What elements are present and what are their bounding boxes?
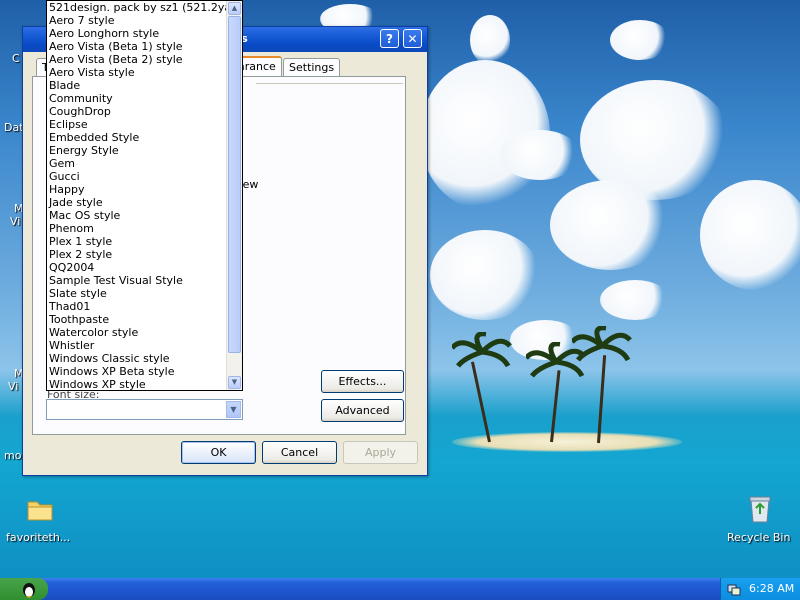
dropdown-item[interactable]: Embedded Style	[47, 131, 228, 144]
cloud	[430, 230, 540, 320]
palm-fronds	[572, 326, 632, 362]
dropdown-item[interactable]: Happy	[47, 183, 228, 196]
desktop-icon-label[interactable]: Vi	[10, 215, 20, 228]
dropdown-item[interactable]: Gem	[47, 157, 228, 170]
dropdown-item[interactable]: Gucci	[47, 170, 228, 183]
dropdown-item[interactable]: Eclipse	[47, 118, 228, 131]
dropdown-item[interactable]: Plex 1 style	[47, 235, 228, 248]
dropdown-item[interactable]: Sample Test Visual Style	[47, 274, 228, 287]
dropdown-item[interactable]: Thad01	[47, 300, 228, 313]
cloud	[550, 180, 670, 270]
clock[interactable]: 6:28 AM	[749, 582, 794, 595]
scroll-up-icon[interactable]: ▲	[228, 2, 241, 15]
recycle-bin-label[interactable]: Recycle Bin	[727, 531, 790, 544]
dropdown-item[interactable]: Aero Vista (Beta 1) style	[47, 40, 228, 53]
cloud	[600, 280, 670, 320]
dropdown-item[interactable]: Whistler	[47, 339, 228, 352]
start-button[interactable]	[0, 578, 48, 600]
palm-trunk	[470, 361, 491, 443]
apply-button[interactable]: Apply	[343, 441, 418, 464]
desktop-icon-label[interactable]: Vi	[8, 380, 18, 393]
cloud	[500, 130, 580, 180]
close-button[interactable]: ✕	[403, 29, 422, 48]
dropdown-item[interactable]: Mac OS style	[47, 209, 228, 222]
scrollbar-thumb[interactable]	[228, 16, 241, 353]
folder-icon[interactable]	[26, 496, 54, 522]
dropdown-item[interactable]: Windows XP Beta style	[47, 365, 228, 378]
dropdown-item[interactable]: Energy Style	[47, 144, 228, 157]
dropdown-item[interactable]: Community	[47, 92, 228, 105]
recycle-bin-icon[interactable]	[746, 494, 774, 524]
tab-settings[interactable]: Settings	[283, 58, 341, 76]
dropdown-item[interactable]: Phenom	[47, 222, 228, 235]
dropdown-item[interactable]: Aero 7 style	[47, 14, 228, 27]
dropdown-item[interactable]: Slate style	[47, 287, 228, 300]
chevron-down-icon[interactable]: ▼	[226, 401, 241, 418]
visual-style-dropdown-list[interactable]: 521design. pack by sz1 (521.2ya.com)Aero…	[46, 0, 243, 391]
dropdown-item[interactable]: CoughDrop	[47, 105, 228, 118]
desktop-icon-label[interactable]: C	[12, 52, 20, 65]
cancel-button[interactable]: Cancel	[262, 441, 337, 464]
dropdown-item[interactable]: Windows Classic style	[47, 352, 228, 365]
dropdown-item[interactable]: QQ2004	[47, 261, 228, 274]
cloud	[470, 15, 510, 65]
dropdown-item[interactable]: 521design. pack by sz1 (521.2ya.com)	[47, 1, 228, 14]
dropdown-item[interactable]: Windows XP style	[47, 378, 228, 390]
dropdown-item[interactable]: Aero Vista (Beta 2) style	[47, 53, 228, 66]
preview-border	[256, 83, 403, 84]
dropdown-item[interactable]: Blade	[47, 79, 228, 92]
system-tray: 6:28 AM	[720, 578, 800, 600]
desktop-icon-label[interactable]: mo	[4, 449, 21, 462]
dropdown-item[interactable]: Jade style	[47, 196, 228, 209]
cloud	[700, 180, 800, 290]
desktop-icon-label[interactable]: Dat	[4, 121, 24, 134]
help-button[interactable]: ?	[380, 29, 399, 48]
taskbar: 6:28 AM	[0, 578, 800, 600]
network-icon[interactable]	[727, 582, 741, 596]
dropdown-item[interactable]: Aero Vista style	[47, 66, 228, 79]
font-size-select[interactable]: ▼	[46, 399, 243, 420]
dropdown-item[interactable]: Toothpaste	[47, 313, 228, 326]
palm-fronds	[452, 332, 512, 368]
advanced-button[interactable]: Advanced	[321, 399, 404, 422]
cloud	[610, 20, 670, 60]
dropdown-item[interactable]: Aero Longhorn style	[47, 27, 228, 40]
palm-trunk	[597, 355, 607, 444]
effects-button[interactable]: Effects...	[321, 370, 404, 393]
penguin-icon	[23, 583, 35, 598]
favorites-folder-label[interactable]: favoriteth...	[6, 531, 70, 544]
scrollbar[interactable]: ▲ ▼	[226, 1, 242, 390]
dropdown-item[interactable]: Watercolor style	[47, 326, 228, 339]
dropdown-items: 521design. pack by sz1 (521.2ya.com)Aero…	[47, 1, 228, 390]
scroll-down-icon[interactable]: ▼	[228, 376, 241, 389]
ok-button[interactable]: OK	[181, 441, 256, 464]
dropdown-item[interactable]: Plex 2 style	[47, 248, 228, 261]
